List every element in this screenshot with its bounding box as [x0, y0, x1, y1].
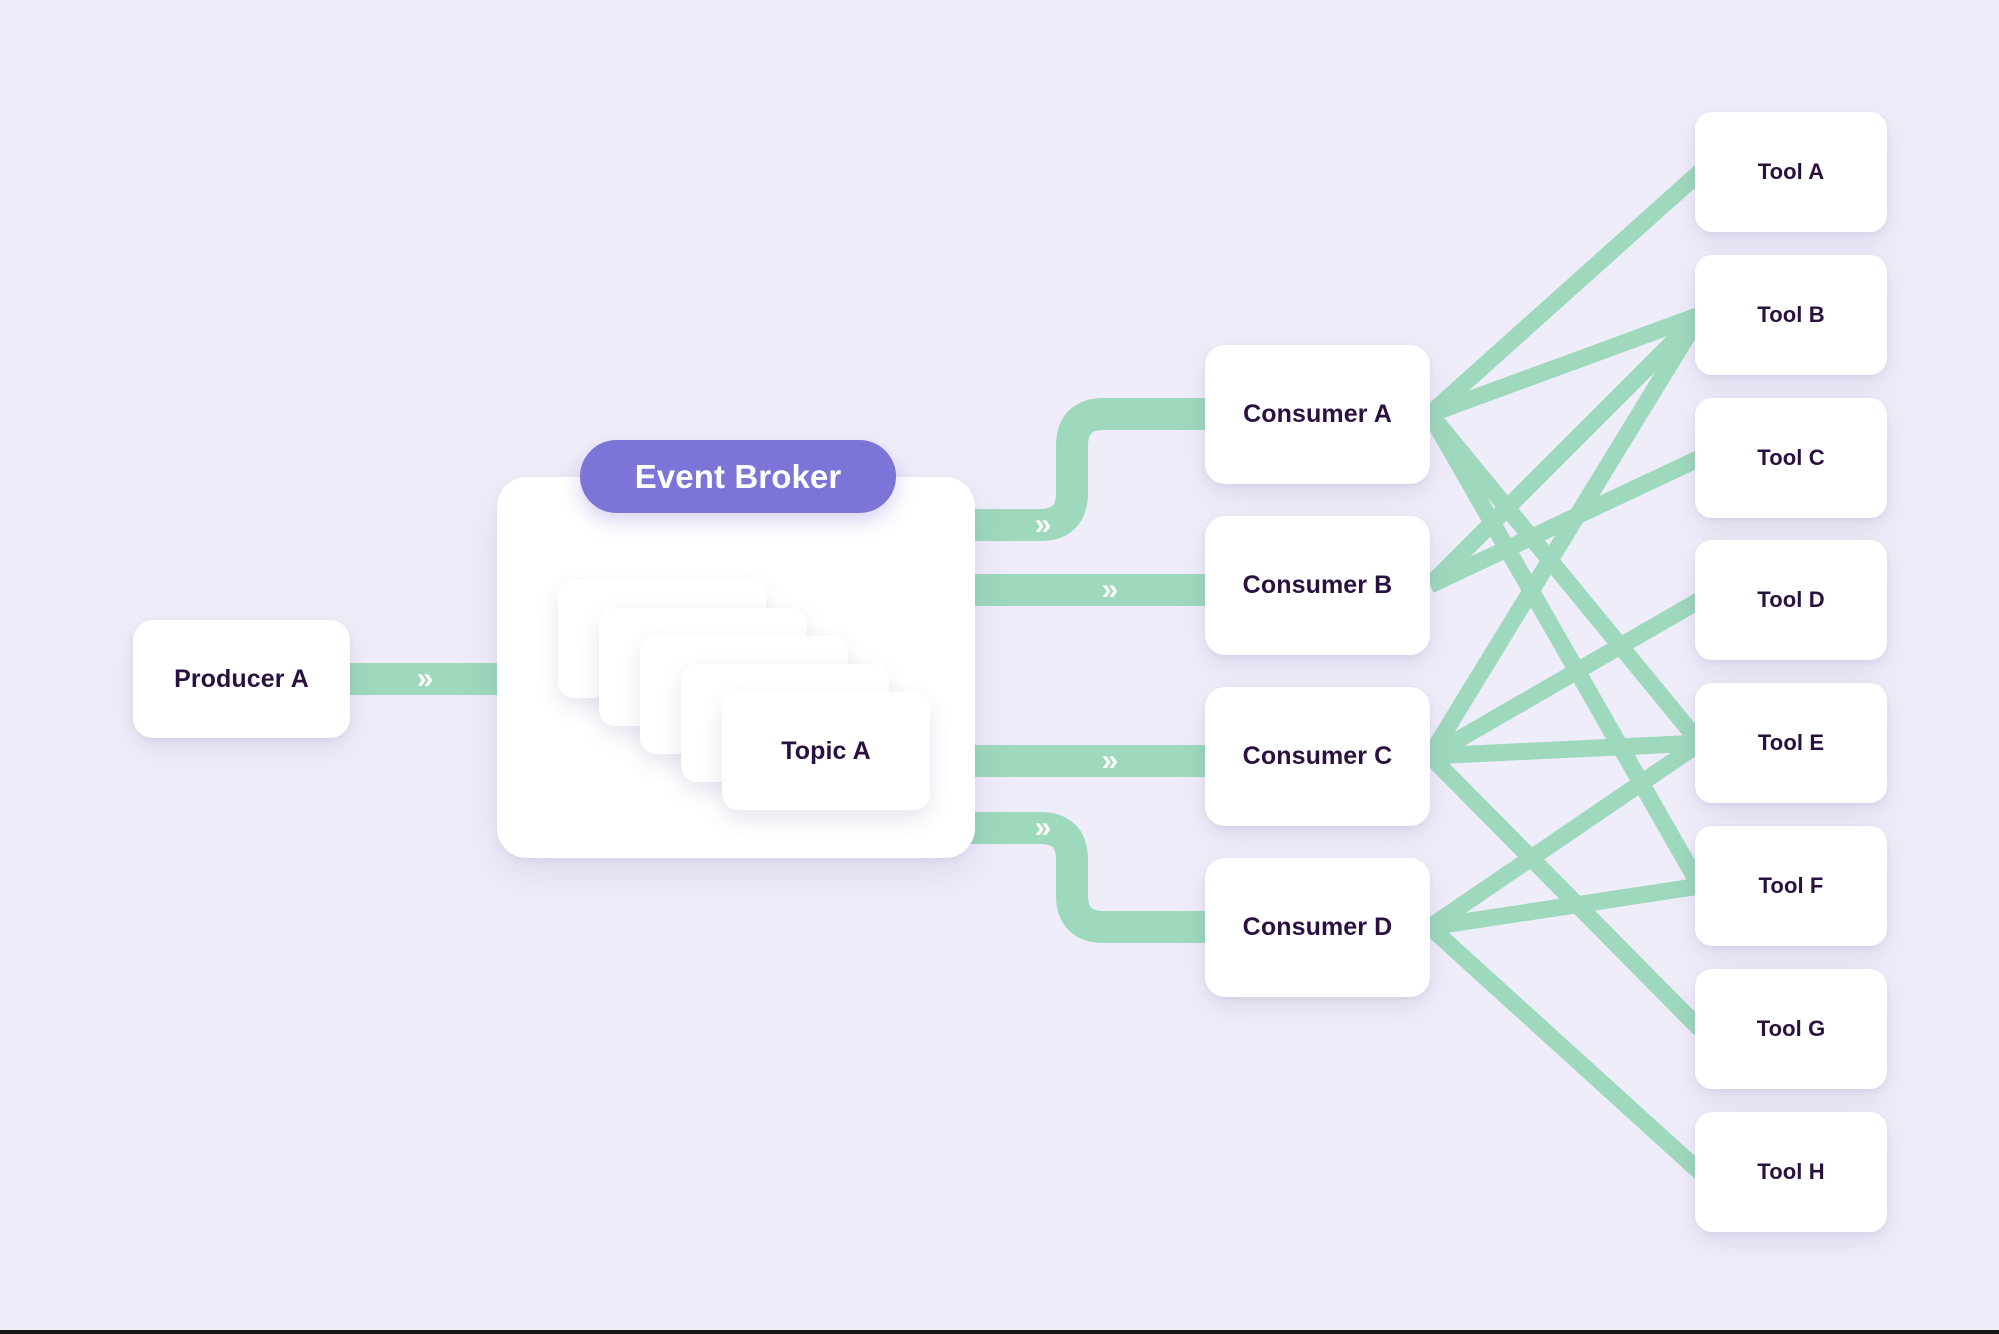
consumer-d-node[interactable]: Consumer D — [1205, 858, 1430, 997]
tool-a-node[interactable]: Tool A — [1695, 112, 1887, 232]
link-consumer-b-tool-c — [1426, 450, 1704, 593]
link-consumer-c-tool-d — [1425, 592, 1705, 764]
topic-a-label: Topic A — [781, 736, 871, 765]
link-consumer-c-tool-g — [1423, 750, 1707, 1035]
tool-b-node[interactable]: Tool B — [1695, 255, 1887, 375]
link-consumer-c-tool-e — [1429, 734, 1701, 765]
tool-g-node[interactable]: Tool G — [1695, 969, 1887, 1089]
link-consumer-b-tool-b — [1423, 308, 1707, 592]
tool-d-label: Tool D — [1757, 587, 1825, 612]
link-broker-consumer-a — [970, 398, 1215, 541]
consumer-a-node[interactable]: Consumer A — [1205, 345, 1430, 484]
diagram-canvas: Producer A Topic A Event Broker Consumer… — [0, 0, 1999, 1334]
tool-g-label: Tool G — [1756, 1016, 1826, 1041]
tool-b-label: Tool B — [1757, 302, 1825, 327]
tool-h-label: Tool H — [1757, 1159, 1825, 1184]
consumer-a-label: Consumer A — [1243, 400, 1392, 428]
topic-card-topic-a[interactable]: Topic A — [722, 692, 930, 810]
link-consumer-d-tool-e — [1425, 735, 1705, 935]
link-consumer-a-tool-e — [1423, 408, 1707, 749]
tool-e-node[interactable]: Tool E — [1695, 683, 1887, 803]
link-consumer-c-tool-b — [1422, 310, 1708, 761]
event-broker-container[interactable]: Topic A — [497, 477, 975, 858]
tool-h-node[interactable]: Tool H — [1695, 1112, 1887, 1232]
tool-d-node[interactable]: Tool D — [1695, 540, 1887, 660]
broker-consumer-ribbons — [970, 398, 1215, 943]
double-chevron-right-icon: » — [1034, 811, 1052, 844]
consumer-c-label: Consumer C — [1242, 742, 1393, 770]
event-broker-badge[interactable]: Event Broker — [580, 440, 896, 513]
consumer-d-label: Consumer D — [1242, 913, 1393, 941]
double-chevron-right-icon: » — [1034, 508, 1052, 541]
tool-c-node[interactable]: Tool C — [1695, 398, 1887, 518]
link-consumer-a-tool-f — [1422, 409, 1708, 891]
consumer-b-label: Consumer B — [1242, 571, 1393, 599]
producer-a-node[interactable]: Producer A — [133, 620, 350, 738]
tool-f-node[interactable]: Tool F — [1695, 826, 1887, 946]
tool-a-label: Tool A — [1757, 159, 1825, 184]
double-chevron-right-icon: » — [416, 662, 434, 695]
producer-a-label: Producer A — [174, 664, 309, 693]
link-broker-consumer-d — [970, 812, 1215, 943]
consumer-c-node[interactable]: Consumer C — [1205, 687, 1430, 826]
double-chevron-right-icon: » — [1101, 744, 1119, 777]
event-broker-badge-label: Event Broker — [634, 457, 842, 495]
tool-f-label: Tool F — [1758, 873, 1824, 898]
link-consumer-a-tool-a — [1424, 165, 1706, 421]
double-chevron-right-icon: » — [1101, 573, 1119, 606]
consumer-tool-links — [1422, 165, 1708, 1179]
link-consumer-d-tool-f — [1428, 877, 1702, 936]
link-consumer-d-tool-h — [1424, 920, 1706, 1179]
link-consumer-a-tool-b — [1427, 307, 1703, 422]
tool-c-label: Tool C — [1757, 445, 1825, 470]
tool-e-label: Tool E — [1757, 730, 1825, 755]
consumer-b-node[interactable]: Consumer B — [1205, 516, 1430, 655]
